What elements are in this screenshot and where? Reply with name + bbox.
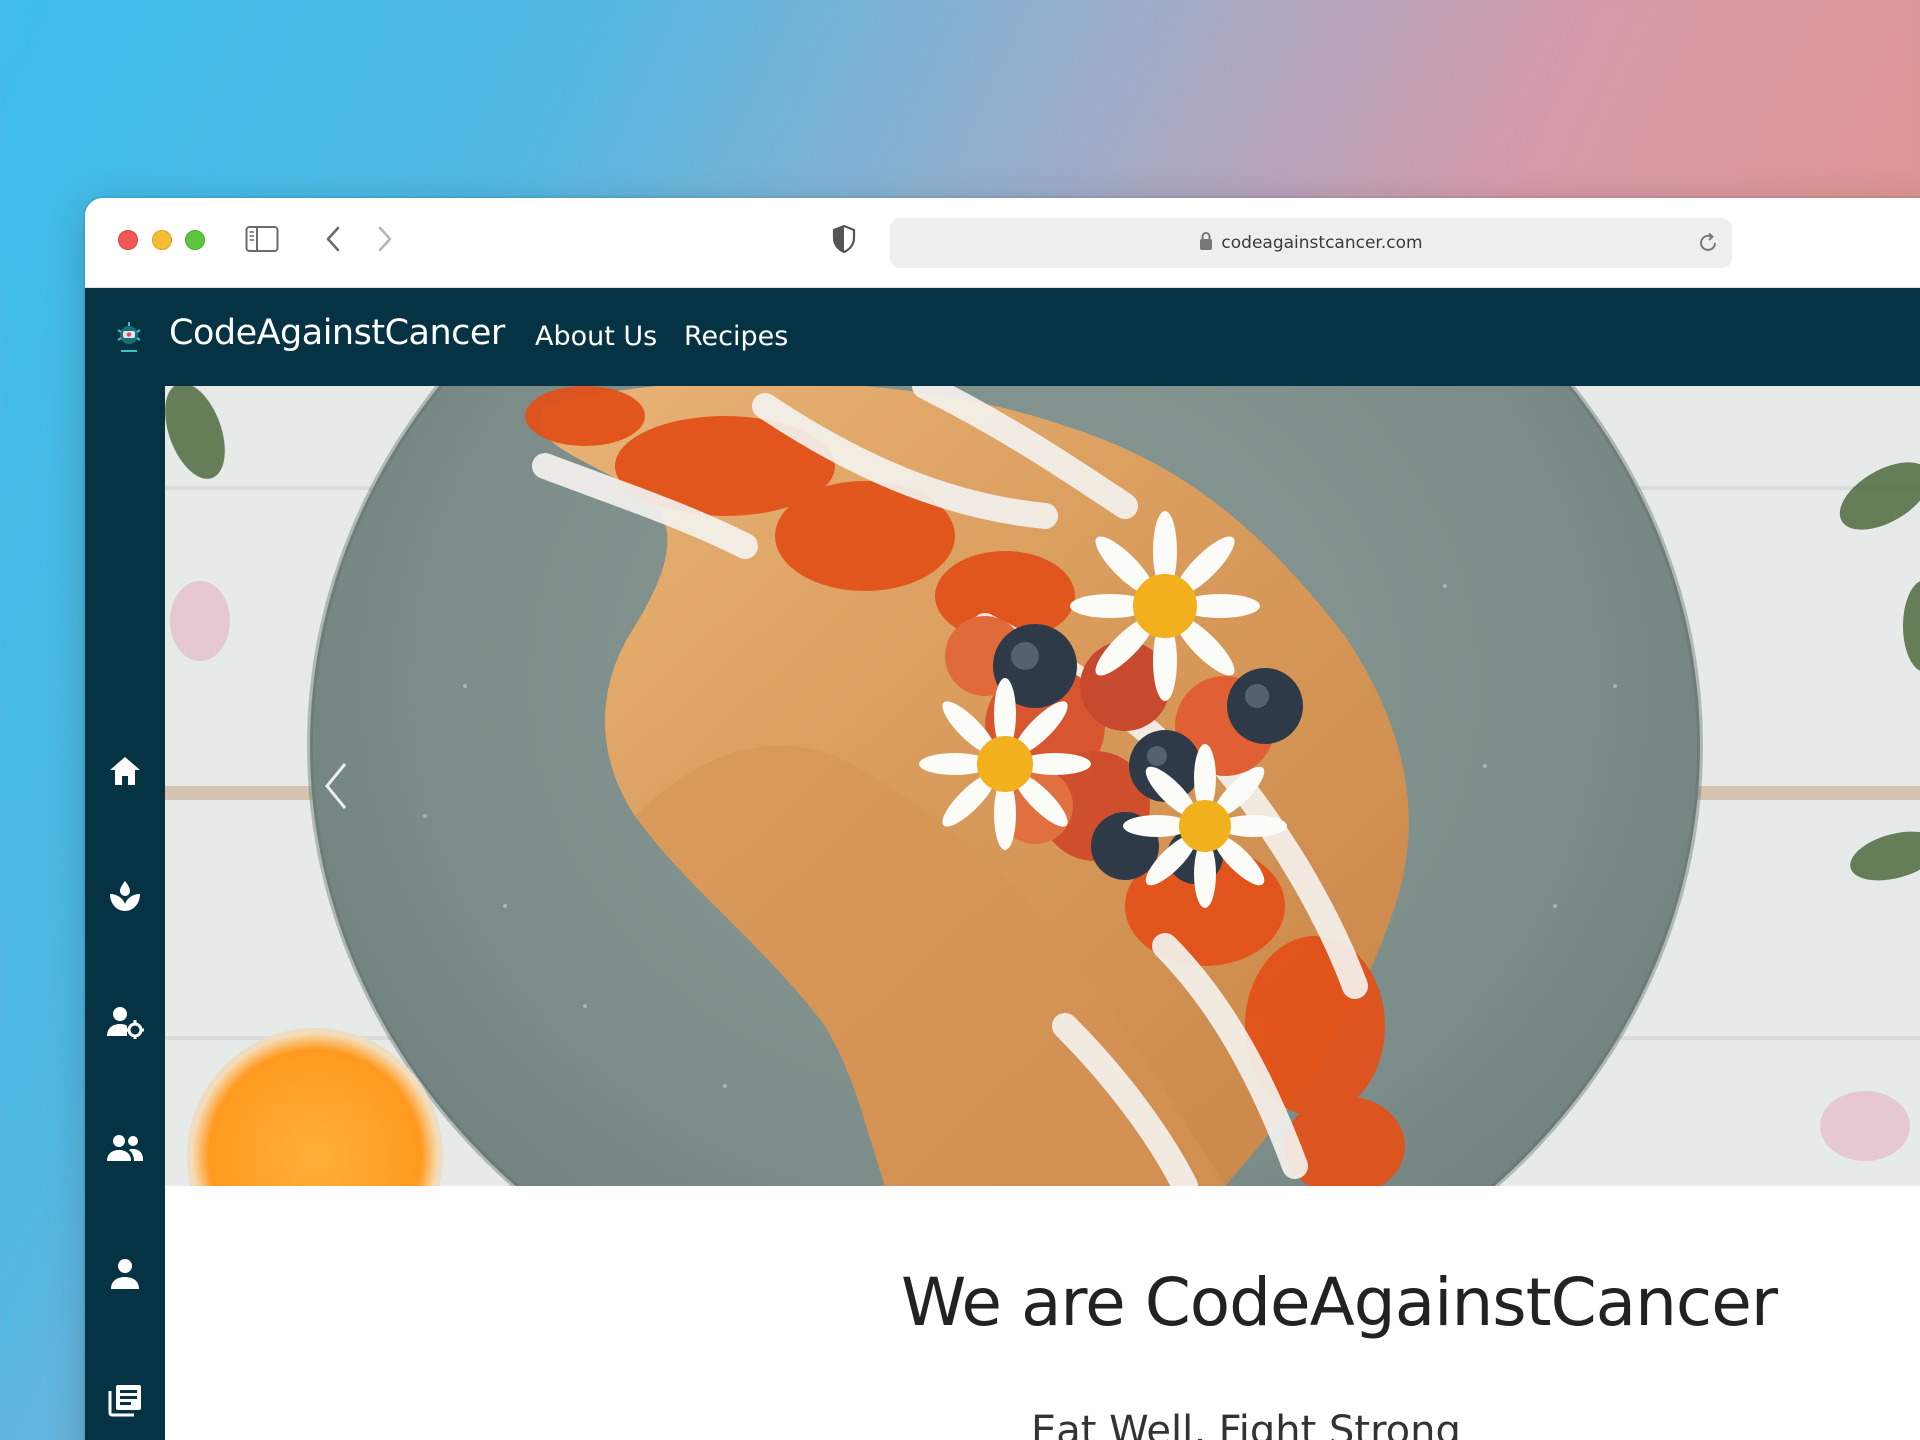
group-icon[interactable] (105, 1128, 145, 1168)
hero-carousel[interactable] (165, 386, 1920, 1186)
intro-section: We are CodeAgainstCancer Eat Well, Fight… (165, 1186, 1920, 1440)
carousel-prev-button[interactable] (315, 756, 355, 816)
close-window-button[interactable] (118, 230, 138, 250)
reload-icon[interactable] (1694, 229, 1722, 257)
back-chevron-icon[interactable] (318, 222, 348, 256)
forward-chevron-icon[interactable] (370, 222, 400, 256)
url-text: codeagainstcancer.com (1221, 233, 1423, 253)
privacy-shield-icon[interactable] (829, 222, 859, 256)
plant-icon[interactable] (105, 876, 145, 916)
browser-toolbar: codeagainstcancer.com (85, 198, 1920, 288)
sidebar-toggle-icon[interactable] (245, 225, 279, 253)
brand-name[interactable]: CodeAgainstCancer (169, 313, 505, 353)
hero-food-image (165, 386, 1920, 1186)
page-headline: We are CodeAgainstCancer (901, 1264, 1778, 1341)
nav-recipes-link[interactable]: Recipes (684, 321, 788, 352)
left-sidebar (85, 386, 165, 1440)
minimize-window-button[interactable] (152, 230, 172, 250)
browser-window: codeagainstcancer.com CodeAgainstCancer … (85, 198, 1920, 1440)
lock-icon (1199, 231, 1213, 256)
brand-logo-icon[interactable] (112, 318, 146, 356)
nav-about-us-link[interactable]: About Us (535, 321, 657, 352)
home-icon[interactable] (105, 751, 145, 791)
top-navbar: CodeAgainstCancer About Us Recipes (85, 288, 1920, 386)
page-subheadline: Eat Well, Fight Strong (1031, 1408, 1461, 1440)
person-icon[interactable] (105, 1254, 145, 1294)
user-settings-icon[interactable] (105, 1002, 145, 1042)
website-viewport: CodeAgainstCancer About Us Recipes We ar… (85, 288, 1920, 1440)
newspaper-icon[interactable] (105, 1380, 145, 1420)
zoom-window-button[interactable] (185, 230, 205, 250)
address-bar[interactable]: codeagainstcancer.com (890, 218, 1732, 268)
